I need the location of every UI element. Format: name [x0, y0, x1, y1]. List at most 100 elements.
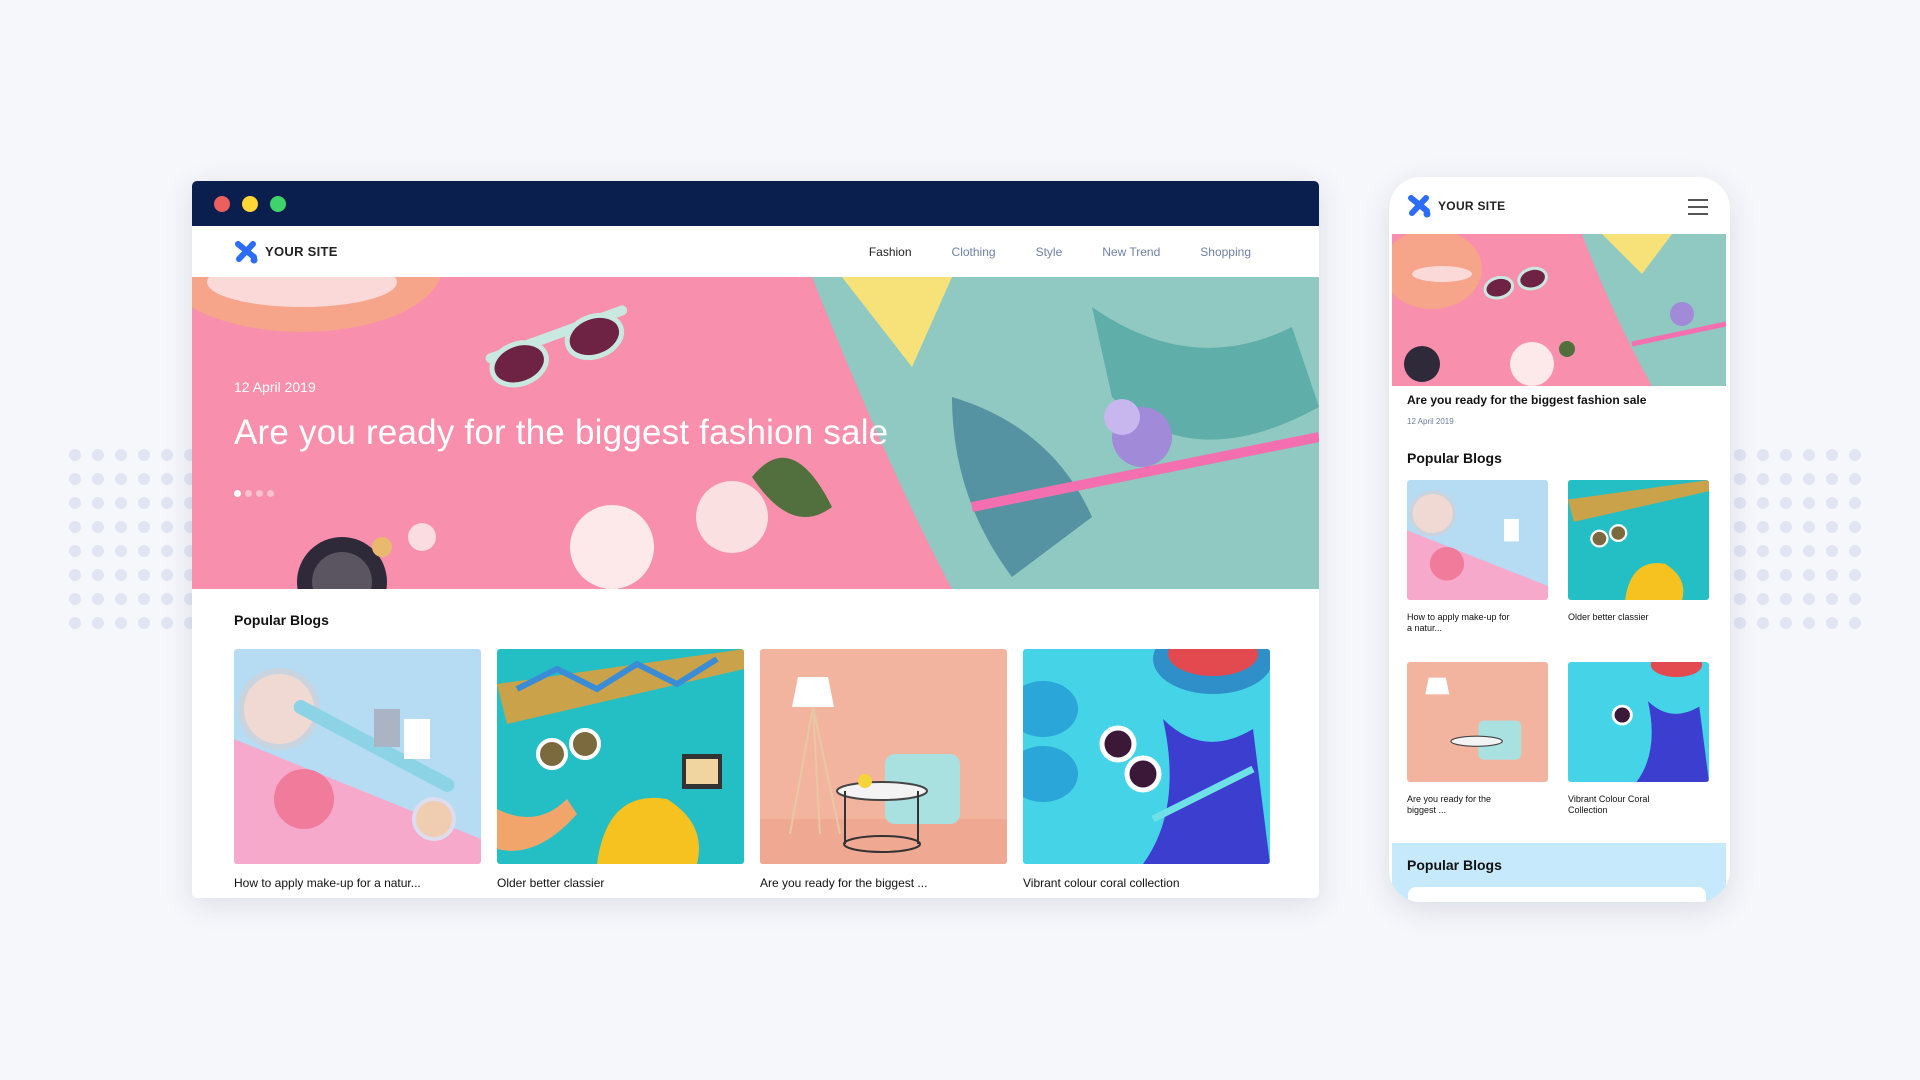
- nav-new-trend[interactable]: New Trend: [1082, 245, 1180, 259]
- blog-card[interactable]: Vibrant colour coral collection: [1023, 649, 1270, 890]
- mobile-blog-card[interactable]: Vibrant Colour Coral Collection: [1568, 662, 1709, 844]
- mobile-hero-image[interactable]: [1392, 234, 1726, 386]
- hamburger-icon[interactable]: [1688, 199, 1708, 215]
- decorative-dot: [92, 473, 104, 485]
- blog-image-accessories[interactable]: [1568, 480, 1709, 600]
- blog-image-interior[interactable]: [1407, 662, 1548, 782]
- carousel-dot-3[interactable]: [256, 490, 263, 497]
- decorative-dot: [1757, 593, 1769, 605]
- blog-image-makeup[interactable]: [1407, 480, 1548, 600]
- decorative-dot: [1780, 545, 1792, 557]
- blog-card[interactable]: Older better classier: [497, 649, 744, 890]
- decorative-dot: [1803, 497, 1815, 509]
- desktop-browser-mockup: YOUR SITE Fashion Clothing Style New Tre…: [192, 181, 1319, 898]
- decorative-dot: [1803, 473, 1815, 485]
- decorative-dot: [115, 473, 127, 485]
- carousel-dot-4[interactable]: [267, 490, 274, 497]
- blog-image-summer-blue[interactable]: [1568, 662, 1709, 782]
- nav-fashion[interactable]: Fashion: [849, 245, 932, 259]
- hero-banner[interactable]: 12 April 2019 Are you ready for the bigg…: [192, 277, 1319, 589]
- mobile-blog-caption[interactable]: Older better classier: [1568, 612, 1678, 623]
- blog-caption[interactable]: Are you ready for the biggest ...: [760, 876, 1007, 890]
- decorative-dot: [1803, 617, 1815, 629]
- decorative-dot: [138, 569, 150, 581]
- window-maximize-button[interactable]: [270, 195, 286, 212]
- nav-clothing[interactable]: Clothing: [932, 245, 1016, 259]
- decorative-dot: [1734, 497, 1746, 509]
- mobile-site-logo[interactable]: YOUR SITE: [1407, 194, 1505, 218]
- decorative-dot: [1734, 617, 1746, 629]
- decorative-dot: [138, 449, 150, 461]
- window-close-button[interactable]: [214, 195, 230, 212]
- decorative-dot: [115, 521, 127, 533]
- decorative-dot: [1780, 449, 1792, 461]
- blog-image-accessories[interactable]: [497, 649, 744, 864]
- decorative-dot: [115, 593, 127, 605]
- decorative-dot: [92, 497, 104, 509]
- decorative-dot: [1734, 521, 1746, 533]
- popular-blogs-heading: Popular Blogs: [234, 612, 329, 628]
- mobile-blog-caption[interactable]: Vibrant Colour Coral Collection: [1568, 794, 1678, 816]
- decorative-dot: [69, 617, 81, 629]
- decorative-dot: [161, 473, 173, 485]
- decorative-dot: [138, 521, 150, 533]
- blog-card[interactable]: Are you ready for the biggest ...: [760, 649, 1007, 890]
- blog-image-summer-blue[interactable]: [1023, 649, 1270, 864]
- decorative-dot: [1734, 593, 1746, 605]
- decorative-dot: [115, 545, 127, 557]
- mobile-blog-card[interactable]: Are you ready for the biggest ...: [1407, 662, 1548, 844]
- main-nav: Fashion Clothing Style New Trend Shoppin…: [849, 226, 1271, 277]
- decorative-dot: [115, 449, 127, 461]
- blog-caption[interactable]: Vibrant colour coral collection: [1023, 876, 1270, 890]
- decorative-dot: [1734, 449, 1746, 461]
- decorative-dot: [161, 545, 173, 557]
- site-logo[interactable]: YOUR SITE: [234, 240, 338, 264]
- mobile-blog-caption[interactable]: How to apply make-up for a natur...: [1407, 612, 1517, 634]
- decorative-dot: [1780, 497, 1792, 509]
- nav-shopping[interactable]: Shopping: [1180, 245, 1271, 259]
- decorative-dot: [115, 569, 127, 581]
- decorative-dot: [1849, 449, 1861, 461]
- decorative-dot: [1826, 569, 1838, 581]
- mobile-popular-blogs-section: Popular Blogs: [1392, 843, 1726, 902]
- mobile-footer-card[interactable]: [1408, 887, 1706, 902]
- mobile-blog-caption[interactable]: Are you ready for the biggest ...: [1407, 794, 1517, 816]
- mobile-blog-card[interactable]: Older better classier: [1568, 480, 1709, 662]
- hero-date: 12 April 2019: [234, 379, 316, 395]
- decorative-dot-grid-left: [69, 449, 207, 641]
- decorative-dot: [115, 617, 127, 629]
- mobile-phone-mockup: YOUR SITE Are you ready for the biggest …: [1389, 177, 1730, 902]
- decorative-dot: [1803, 521, 1815, 533]
- decorative-dot: [1780, 521, 1792, 533]
- blog-caption[interactable]: Older better classier: [497, 876, 744, 890]
- browser-titlebar: [192, 181, 1319, 226]
- mobile-hero-title[interactable]: Are you ready for the biggest fashion sa…: [1407, 393, 1646, 407]
- blog-image-makeup[interactable]: [234, 649, 481, 864]
- blog-card[interactable]: How to apply make-up for a natur...: [234, 649, 481, 890]
- blog-image-interior[interactable]: [760, 649, 1007, 864]
- logo-x-icon: [235, 240, 258, 263]
- mobile-blog-card[interactable]: How to apply make-up for a natur...: [1407, 480, 1548, 662]
- decorative-dot: [1826, 617, 1838, 629]
- decorative-dot: [1780, 569, 1792, 581]
- decorative-dot: [161, 521, 173, 533]
- site-name: YOUR SITE: [265, 244, 338, 259]
- decorative-dot: [92, 449, 104, 461]
- decorative-dot: [1757, 473, 1769, 485]
- decorative-dot: [161, 617, 173, 629]
- decorative-dot: [138, 497, 150, 509]
- carousel-dot-1[interactable]: [234, 490, 241, 497]
- window-minimize-button[interactable]: [242, 195, 258, 212]
- decorative-dot: [161, 497, 173, 509]
- blog-caption[interactable]: How to apply make-up for a natur...: [234, 876, 481, 890]
- hero-title[interactable]: Are you ready for the biggest fashion sa…: [234, 413, 888, 453]
- logo-x-icon: [1408, 194, 1431, 217]
- decorative-dot: [69, 521, 81, 533]
- decorative-dot: [92, 521, 104, 533]
- carousel-dot-2[interactable]: [245, 490, 252, 497]
- decorative-dot: [1849, 593, 1861, 605]
- decorative-dot: [161, 569, 173, 581]
- nav-style[interactable]: Style: [1016, 245, 1083, 259]
- decorative-dot: [1849, 473, 1861, 485]
- decorative-dot: [1826, 497, 1838, 509]
